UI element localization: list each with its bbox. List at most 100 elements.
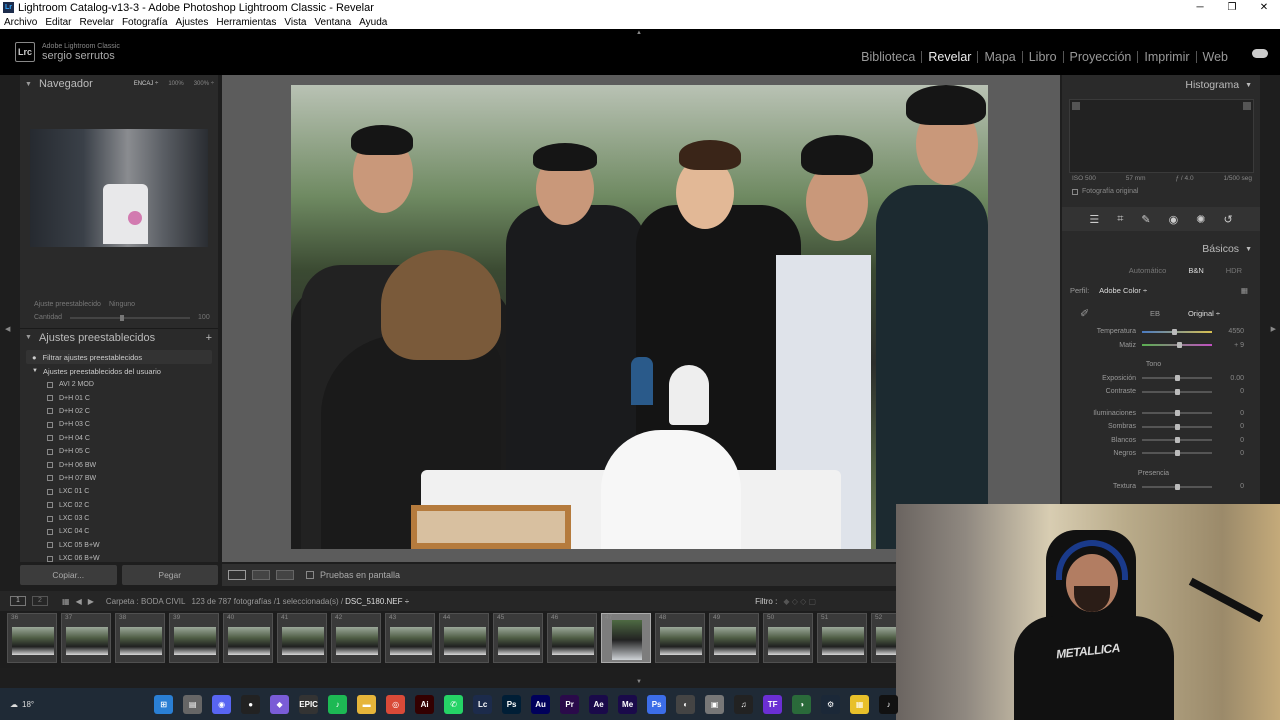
preset-item[interactable]: LXC 06 B+W [20, 552, 218, 565]
paste-button[interactable]: Pegar [121, 565, 218, 585]
negros-knob[interactable] [1175, 450, 1180, 457]
shadow-clip-icon[interactable] [1072, 102, 1080, 110]
presets-header[interactable]: ▼ Ajustes preestablecidos + [20, 328, 218, 346]
close-button[interactable]: ✕ [1248, 2, 1280, 13]
taskbar-copilot-icon[interactable]: ◆ [270, 694, 290, 714]
blancos-track[interactable] [1142, 437, 1212, 444]
module-libro[interactable]: Libro [1021, 51, 1063, 63]
sombras-knob[interactable] [1175, 423, 1180, 430]
redeye-icon[interactable]: ◉ [1169, 213, 1179, 226]
treatment-automtico[interactable]: Automático [1129, 266, 1167, 275]
taskbar-steam-dl-icon[interactable]: ◐ [676, 694, 696, 714]
filmstrip-thumbnail[interactable]: 48 [655, 613, 705, 663]
soft-proof-checkbox[interactable] [306, 571, 314, 579]
bottom-panel-toggle-icon[interactable]: ▼ [636, 679, 642, 685]
taskbar-explorer-files-icon[interactable]: ▤ [183, 694, 203, 714]
module-mapa[interactable]: Mapa [977, 51, 1021, 63]
eyedropper-icon[interactable]: ✐ [1080, 307, 1089, 320]
taskbar-audition-icon[interactable]: Au [531, 694, 551, 714]
taskbar-steam-icon[interactable]: ⚙ [821, 694, 841, 714]
forward-arrow-icon[interactable]: ▶ [88, 597, 94, 606]
taskbar-chrome-icon[interactable]: ◎ [386, 694, 406, 714]
reset-icon[interactable]: ↺ [1223, 213, 1232, 226]
taskbar-whatsapp-icon[interactable]: ✆ [444, 694, 464, 714]
filmstrip-thumbnail[interactable]: 37 [61, 613, 111, 663]
module-biblioteca[interactable]: Biblioteca [855, 51, 921, 64]
maximize-button[interactable]: ❐ [1216, 2, 1248, 13]
filmstrip-thumbnail[interactable]: 51 [817, 613, 867, 663]
preset-filter-input[interactable]: ● Filtrar ajustes preestablecidos [26, 350, 212, 364]
crop-icon[interactable]: ⌗ [1117, 213, 1123, 226]
iluminaciones-value[interactable]: 0 [1212, 410, 1244, 417]
preset-item[interactable]: LXC 02 C [20, 499, 218, 512]
filmstrip-thumbnail[interactable]: 39 [169, 613, 219, 663]
taskbar-ps-express-icon[interactable]: Ps [647, 694, 667, 714]
taskbar-obs-icon[interactable]: ● [241, 694, 261, 714]
preset-item[interactable]: D+H 07 BW [20, 472, 218, 485]
right-panel-toggle-icon[interactable]: ▶ [1271, 325, 1276, 333]
taskbar-spotify-icon[interactable]: ♪ [328, 694, 348, 714]
temperature-knob[interactable] [1171, 328, 1177, 335]
menu-item-fotografía[interactable]: Fotografía [122, 17, 168, 28]
yy-compare-icon[interactable] [276, 570, 294, 580]
preset-group-user[interactable]: ▼ Ajustes preestablecidos del usuario [20, 364, 218, 378]
iluminaciones-track[interactable] [1142, 410, 1212, 417]
contraste-track[interactable] [1142, 388, 1212, 395]
cloud-icon[interactable] [1252, 49, 1268, 58]
zoom-fit-option[interactable]: ENCAJ ÷ [134, 81, 159, 87]
menu-item-ventana[interactable]: Ventana [314, 17, 351, 28]
taskbar-tf-icon[interactable]: TF [763, 694, 783, 714]
menu-item-revelar[interactable]: Revelar [79, 17, 113, 28]
preset-item[interactable]: LXC 05 B+W [20, 539, 218, 552]
tint-knob[interactable] [1177, 342, 1183, 349]
menu-item-vista[interactable]: Vista [284, 17, 306, 28]
preset-item[interactable]: D+H 04 C [20, 432, 218, 445]
filmstrip-thumbnail[interactable]: 36 [7, 613, 57, 663]
texture-track[interactable] [1142, 483, 1212, 490]
preset-item[interactable]: LXC 03 C [20, 512, 218, 525]
minimize-button[interactable]: ─ [1184, 2, 1216, 13]
copy-button[interactable]: Copiar... [20, 565, 117, 585]
module-proyección[interactable]: Proyección [1062, 51, 1138, 63]
taskbar-photoshop-icon[interactable]: Ps [502, 694, 522, 714]
negros-track[interactable] [1142, 450, 1212, 457]
filmstrip-thumbnail[interactable]: 42 [331, 613, 381, 663]
preset-item[interactable]: LXC 04 C [20, 525, 218, 538]
temperature-value[interactable]: 4550 [1212, 328, 1244, 335]
exposicin-value[interactable]: 0.00 [1212, 375, 1244, 382]
contraste-value[interactable]: 0 [1212, 388, 1244, 395]
contraste-knob[interactable] [1175, 388, 1180, 395]
preset-item[interactable]: D+H 03 C [20, 418, 218, 431]
preset-item[interactable]: LXC 01 C [20, 485, 218, 498]
navigator-header[interactable]: ▼ Navegador ENCAJ ÷ 100% 300% ÷ [20, 75, 218, 93]
before-after-icon[interactable] [252, 570, 270, 580]
filmstrip-thumbnail[interactable]: 40 [223, 613, 273, 663]
texture-value[interactable]: 0 [1212, 483, 1244, 490]
filmstrip-thumbnail[interactable]: 47 [601, 613, 651, 663]
navigator-preview[interactable] [30, 129, 208, 247]
healing-icon[interactable]: ✎ [1141, 213, 1150, 226]
wb-select[interactable]: Original ÷ [1188, 309, 1220, 318]
filmstrip-thumbnail[interactable]: 46 [547, 613, 597, 663]
module-imprimir[interactable]: Imprimir [1137, 51, 1195, 63]
menu-item-ayuda[interactable]: Ayuda [359, 17, 387, 28]
original-photo-toggle[interactable]: Fotografía original [1062, 182, 1260, 195]
taskbar-windows-icon[interactable]: ⊞ [154, 694, 174, 714]
blancos-knob[interactable] [1175, 437, 1180, 444]
filmstrip-thumbnail[interactable]: 45 [493, 613, 543, 663]
negros-value[interactable]: 0 [1212, 450, 1244, 457]
left-panel-toggle-icon[interactable]: ◀ [5, 325, 10, 333]
iluminaciones-knob[interactable] [1175, 410, 1180, 417]
module-revelar[interactable]: Revelar [921, 51, 977, 63]
sombras-value[interactable]: 0 [1212, 423, 1244, 430]
module-web[interactable]: Web [1195, 51, 1234, 63]
preset-item[interactable]: D+H 02 C [20, 405, 218, 418]
masking-icon[interactable]: ✺ [1196, 213, 1205, 226]
taskbar-app-green-icon[interactable]: ◑ [792, 694, 812, 714]
profile-browser-icon[interactable]: ▦ [1241, 286, 1260, 295]
filmstrip-thumbnail[interactable]: 44 [439, 613, 489, 663]
taskbar-sticky-icon[interactable]: ▦ [850, 694, 870, 714]
filmstrip-thumbnail[interactable]: 52 [871, 613, 896, 663]
menu-item-ajustes[interactable]: Ajustes [176, 17, 209, 28]
taskbar-folder-icon[interactable]: ▬ [357, 694, 377, 714]
